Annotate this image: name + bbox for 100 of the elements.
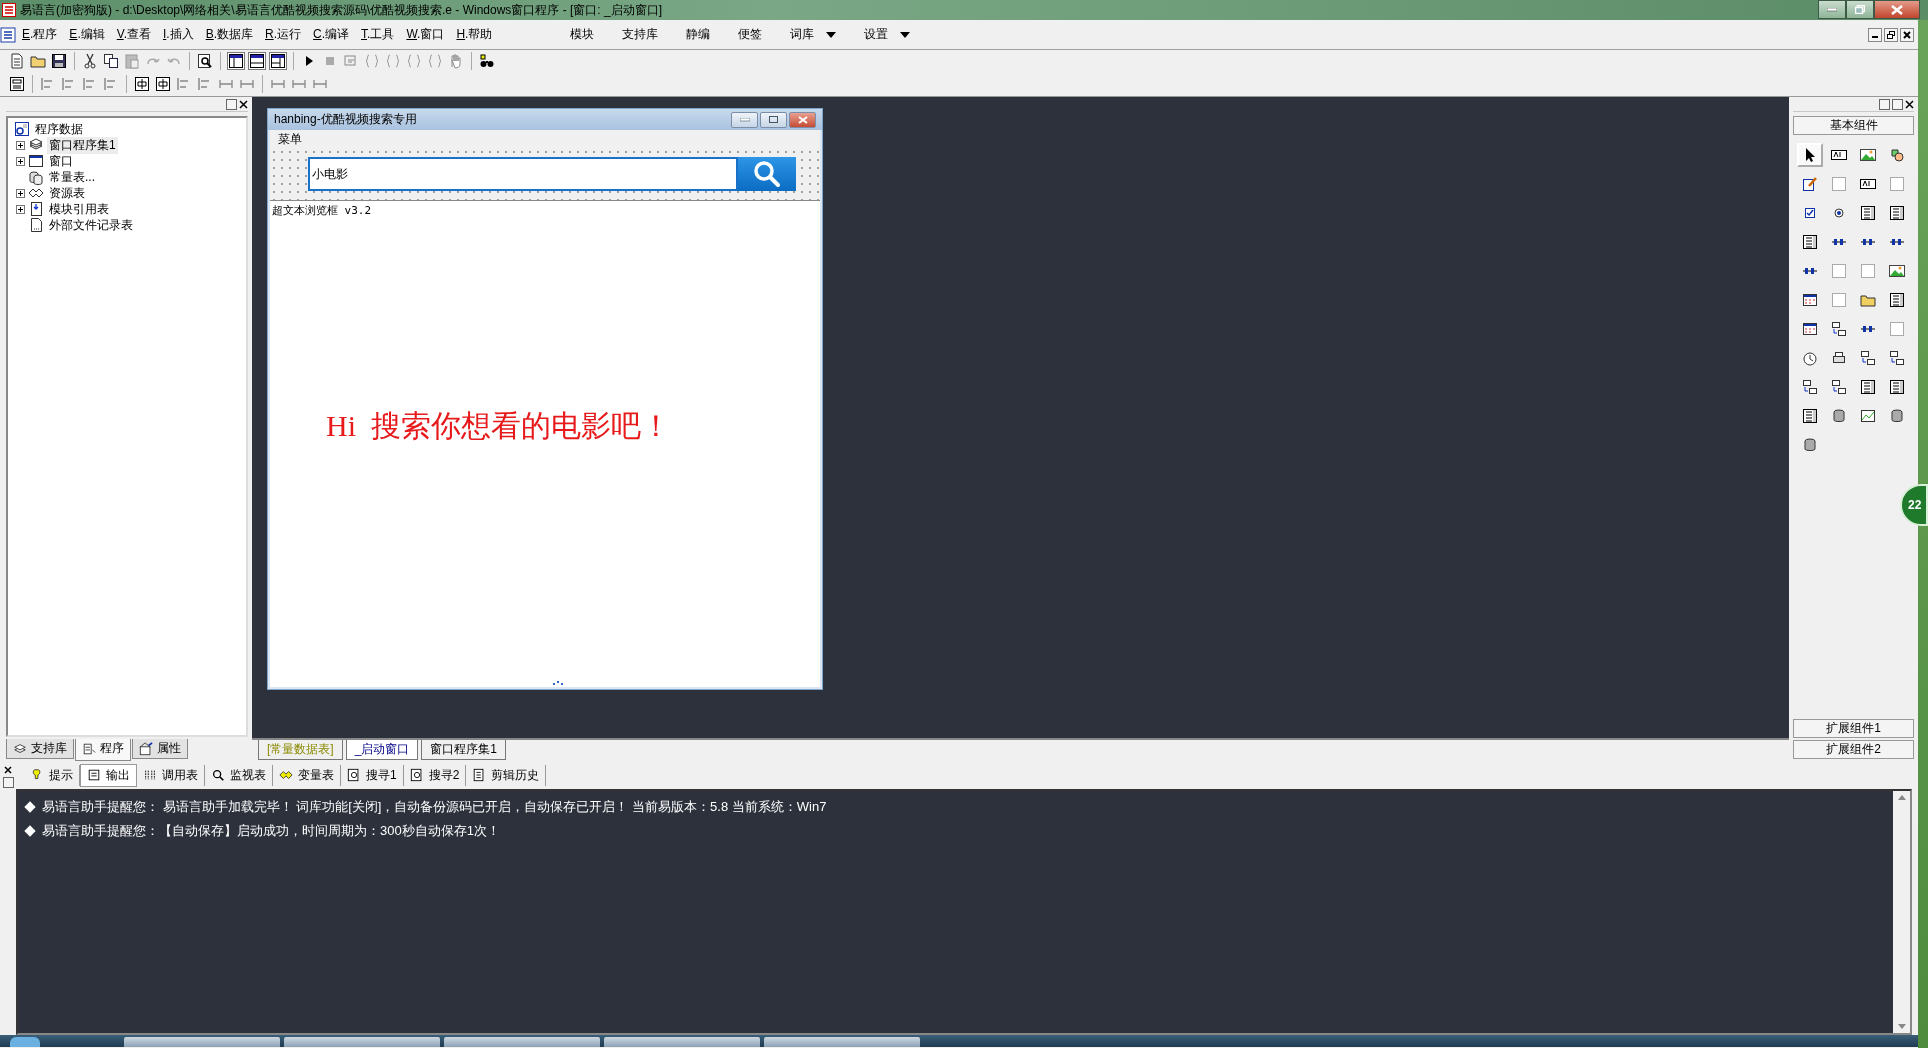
tree-item[interactable]: 资源表 (47, 184, 87, 202)
output-message: 易语言助手提醒您：【自动保存】启动成功，时间周期为：300秒自动保存1次！ (42, 822, 500, 840)
folder-icon[interactable] (30, 53, 46, 69)
minimize-icon (1827, 7, 1837, 12)
hand-icon[interactable] (448, 53, 464, 69)
start-button[interactable] (10, 1037, 40, 1047)
scroll-up-icon[interactable] (1897, 795, 1906, 800)
desktop-widget[interactable]: 22 (1900, 484, 1928, 526)
close-icon[interactable] (4, 766, 12, 774)
save-icon[interactable] (51, 53, 67, 69)
menu-item[interactable]: R.运行 (259, 26, 308, 43)
menu-item[interactable]: 设置 (852, 26, 923, 43)
output-tab[interactable]: 变量表 (273, 764, 341, 786)
tree-item[interactable]: 窗口程序集1 (47, 136, 118, 154)
search-button[interactable] (738, 157, 796, 191)
menu-item[interactable]: 支持库 (610, 26, 671, 43)
category-button[interactable]: 扩展组件1 (1793, 719, 1914, 738)
database-icon (28, 169, 44, 185)
menu-item[interactable]: C.编译 (307, 26, 356, 43)
close-icon[interactable] (239, 99, 248, 109)
close-button[interactable] (1874, 0, 1920, 19)
grid-icon[interactable] (9, 76, 25, 92)
output-tab[interactable]: 搜寻1 (341, 764, 404, 786)
expand-icon[interactable] (16, 140, 25, 150)
layout-bottom-icon[interactable] (249, 53, 265, 69)
panel-tab[interactable]: 程序 (75, 739, 131, 761)
search-icon (753, 160, 781, 188)
menu-item[interactable]: 静编 (674, 26, 723, 43)
menu-button[interactable] (1879, 98, 1890, 110)
float-button[interactable] (2, 777, 14, 788)
center-icon[interactable] (155, 76, 171, 92)
minimize-button[interactable] (1868, 27, 1882, 42)
menu-item[interactable]: H.帮助 (450, 26, 499, 43)
minimize-icon (739, 117, 750, 122)
menu-item[interactable]: 便签 (726, 26, 775, 43)
maximize-button[interactable] (760, 111, 787, 128)
category-button[interactable]: 基本组件 (1793, 116, 1914, 135)
panel-tab[interactable]: 支持库 (6, 739, 74, 759)
menu-item[interactable]: E.编辑 (63, 26, 111, 43)
copy-icon[interactable] (103, 53, 119, 69)
expand-icon[interactable] (16, 188, 25, 198)
tree-item[interactable]: 常量表... (47, 168, 97, 186)
output-tab[interactable]: 监视表 (205, 764, 273, 786)
tree-item[interactable]: 外部文件记录表 (47, 216, 135, 234)
stack-icon (13, 741, 27, 756)
float-button[interactable] (1892, 98, 1903, 110)
tree-item[interactable]: 程序数据 (33, 120, 85, 138)
app-icon (14, 121, 30, 137)
find-icon[interactable] (197, 53, 213, 69)
output-message: 易语言助手提醒您： 易语言助手加载完毕！ 词库功能[关闭]，自动备份源码已开启，自动保存已开启！ 当前易版本：5.8 当前系统：Win7 (42, 798, 827, 816)
close-button[interactable] (1900, 27, 1914, 42)
app-icon[interactable] (0, 26, 16, 43)
search-icon (211, 768, 225, 782)
output-tab[interactable]: 搜寻2 (403, 764, 467, 786)
scroll-down-icon[interactable] (1897, 1024, 1906, 1029)
expand-icon[interactable] (16, 156, 25, 166)
menu-item[interactable]: V.查看 (110, 26, 157, 43)
menu-item[interactable]: T.工具 (355, 26, 401, 43)
close-icon (1891, 4, 1903, 15)
new-file-icon[interactable] (9, 53, 25, 69)
menu-item[interactable]: B.数据库 (199, 26, 259, 43)
panel-tab[interactable]: 属性 (132, 739, 188, 759)
search-field[interactable]: 小电影 (308, 157, 738, 191)
download-document-icon (28, 201, 44, 217)
output-tab[interactable]: 输出 (80, 763, 137, 787)
pointer-icon[interactable] (1797, 143, 1823, 167)
columns-icon (143, 768, 157, 782)
restore-button[interactable] (1846, 0, 1874, 19)
document-icon (87, 768, 101, 782)
menu-item[interactable]: W.窗口 (400, 26, 451, 43)
menu-item[interactable]: 词库 (778, 26, 849, 43)
tree-item[interactable]: 窗口 (47, 152, 75, 170)
center-icon[interactable] (134, 76, 150, 92)
find-icon (409, 768, 424, 782)
category-button[interactable]: 扩展组件2 (1793, 740, 1914, 759)
restore-button[interactable] (1884, 27, 1898, 42)
document-icon (82, 741, 96, 756)
binoculars-icon[interactable] (479, 53, 495, 69)
float-button[interactable] (226, 98, 237, 110)
document-tab[interactable]: 窗口程序集1 (421, 740, 507, 760)
layout-side-icon[interactable] (270, 53, 286, 69)
close-icon (797, 115, 808, 124)
output-tab[interactable]: 调用表 (137, 764, 205, 786)
restore-icon (1887, 30, 1895, 39)
layout-icon[interactable] (228, 53, 244, 69)
menu-item[interactable]: E.程序 (16, 26, 64, 43)
resize-handle-icon[interactable] (552, 681, 564, 687)
close-icon[interactable] (1905, 99, 1914, 109)
form-menu-item[interactable]: 菜单 (278, 130, 302, 148)
scrollbar[interactable] (1893, 791, 1910, 1033)
app-icon (2, 3, 16, 17)
bullet-icon (24, 825, 36, 837)
output-tab[interactable]: 剪辑历史 (466, 764, 547, 786)
expand-icon[interactable] (16, 204, 25, 214)
scissors-icon[interactable] (82, 53, 98, 69)
menu-item[interactable]: 模块 (558, 26, 607, 43)
tree-item[interactable]: 模块引用表 (47, 200, 111, 218)
window-icon (28, 153, 44, 169)
document-tab[interactable]: _启动窗口 (345, 740, 419, 760)
menu-item[interactable]: I.插入 (156, 26, 200, 43)
